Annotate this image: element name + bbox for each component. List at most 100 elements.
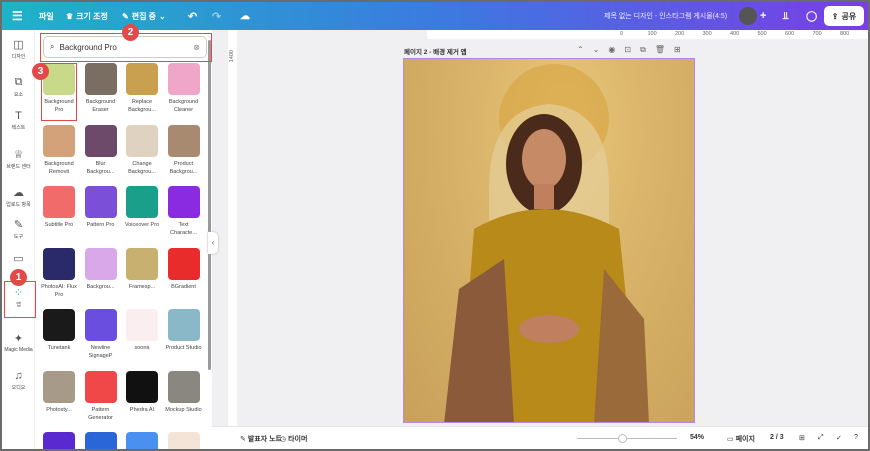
bottom-bar: ✎ 발표자 노트 ◷ 타이머 54% ▭ 페이지 2 / 3 ⊞ ⤢ ✓ ?: [212, 426, 868, 449]
timer-button[interactable]: ◷ 타이머: [280, 434, 307, 444]
app-thumbnail: [84, 309, 117, 341]
app-tile[interactable]: Subtitle Pro: [40, 186, 78, 229]
ruler-tick-label: 200: [675, 31, 685, 37]
pages-button[interactable]: ▭ 페이지: [727, 434, 755, 444]
panel-scrollbar[interactable]: [208, 40, 211, 370]
hide-page-icon[interactable]: ◉: [608, 45, 615, 55]
ruler-tick-label: 100: [647, 31, 657, 37]
rail-item-magic-media[interactable]: ✦ Magic Media: [2, 332, 35, 353]
ruler-tick-label: 0: [620, 31, 624, 37]
app-tile[interactable]: soona: [123, 309, 161, 352]
comment-icon[interactable]: ◯: [806, 11, 817, 22]
app-thumbnail: [43, 247, 75, 280]
grid-view-icon[interactable]: ⊞: [799, 434, 805, 442]
ruler-tick-label: 800: [840, 31, 850, 37]
page-toolbar: ⌃ ⌄ ◉ ⊡ ⧉ 🗑 ⊞: [577, 45, 681, 55]
app-tile[interactable]: [40, 432, 78, 449]
app-thumbnail: [126, 432, 158, 449]
tools-icon: ✎: [13, 219, 24, 231]
app-tile[interactable]: PhotosAI: Flux Pro: [40, 247, 78, 299]
duplicate-icon[interactable]: ⧉: [640, 45, 646, 55]
page-title[interactable]: 페이지 2 - 배경 제거 앱: [404, 46, 467, 56]
app-tile[interactable]: Replace Backgrou...: [123, 63, 161, 114]
app-tile[interactable]: Tunetank: [40, 309, 78, 352]
rail-item-upload[interactable]: ☁ 업로드 항목: [2, 186, 35, 208]
woman-photo: [444, 64, 649, 422]
app-thumbnail: [43, 186, 75, 218]
text-icon: T: [15, 110, 22, 122]
magic-media-icon: ✦: [13, 333, 24, 345]
app-thumbnail: [167, 186, 200, 218]
avatar[interactable]: [739, 7, 757, 25]
app-tile[interactable]: Blur Backgrou...: [82, 124, 120, 176]
undo-icon[interactable]: ↶: [188, 10, 197, 23]
app-tile[interactable]: Product Backgrou...: [165, 124, 203, 176]
page-down-icon[interactable]: ⌄: [593, 45, 600, 55]
app-tile[interactable]: Pattern Pro: [82, 186, 120, 229]
share-button[interactable]: ⇪ 공유: [824, 6, 864, 26]
hamburger-icon[interactable]: ☰: [12, 9, 23, 23]
file-menu[interactable]: 파일: [39, 11, 54, 22]
rail-item-design[interactable]: ◫ 디자인: [2, 38, 35, 60]
app-tile[interactable]: Product Studio: [165, 309, 203, 352]
app-tile[interactable]: Photosty...: [40, 370, 78, 414]
rail-item-tools[interactable]: ✎ 도구: [2, 218, 35, 240]
app-thumbnail: [167, 309, 200, 341]
presenter-notes-button[interactable]: ✎ 발표자 노트: [240, 434, 282, 444]
design-title[interactable]: 제목 없는 디자인 - 인스타그램 게시물(4:5): [604, 11, 727, 21]
rail-item-brand[interactable]: ♕ 브랜드 센터: [2, 148, 35, 170]
app-tile[interactable]: Framesp...: [123, 247, 161, 291]
zoom-level[interactable]: 54%: [690, 434, 704, 441]
app-tile[interactable]: Pattern Generator: [82, 370, 120, 422]
app-tile[interactable]: BGradient: [165, 247, 203, 291]
app-thumbnail: [43, 432, 75, 449]
app-tile[interactable]: Change Backgrou...: [123, 124, 161, 176]
fullscreen-icon[interactable]: ⤢: [818, 434, 824, 442]
delete-icon[interactable]: 🗑: [655, 45, 665, 55]
rail-item-folder[interactable]: ▭: [2, 252, 35, 267]
ruler-tick-label: 700: [812, 31, 822, 37]
app-tile[interactable]: [123, 432, 161, 449]
lock-icon[interactable]: ⊡: [624, 45, 631, 55]
app-tile[interactable]: Background Removit: [40, 124, 78, 176]
app-tile[interactable]: Backgrou...: [82, 247, 120, 291]
collapse-panel-button[interactable]: ‹: [208, 232, 218, 254]
canvas-area[interactable]: 010020030040050060070080090010001100 140…: [212, 30, 868, 426]
app-tile[interactable]: Phedra AI: [123, 370, 161, 414]
analytics-icon[interactable]: ⫫: [783, 11, 789, 22]
editing-mode-dropdown[interactable]: ✎ 편집 중 ⌄: [122, 11, 166, 22]
app-thumbnail: [126, 309, 158, 341]
add-page-icon[interactable]: ⊞: [674, 45, 681, 55]
zoom-slider[interactable]: [577, 434, 677, 443]
rail-item-text[interactable]: T 텍스트: [2, 110, 35, 131]
add-collaborator-button[interactable]: +: [760, 10, 766, 22]
canvas-photo[interactable]: [403, 58, 695, 423]
ruler-tick-label: 300: [702, 31, 712, 37]
app-thumbnail: [167, 124, 200, 157]
page-up-icon[interactable]: ⌃: [577, 45, 584, 55]
check-icon[interactable]: ✓: [836, 434, 842, 442]
resize-button[interactable]: ♛ 크기 조정: [66, 11, 108, 22]
app-tile[interactable]: Background Cleaner: [165, 63, 203, 114]
help-icon[interactable]: ?: [854, 434, 858, 441]
app-thumbnail: [167, 63, 200, 95]
app-tile[interactable]: Background Eraser: [82, 63, 120, 114]
app-tile[interactable]: Newline SignageP: [82, 309, 120, 360]
rail-item-elements[interactable]: ⧉ 요소: [2, 76, 35, 98]
app-thumbnail: [84, 124, 117, 157]
chevron-down-icon: ⌄: [159, 11, 166, 21]
app-tile[interactable]: Text Characte...: [165, 186, 203, 237]
apps-tab-highlight: [4, 281, 36, 318]
step-badge-2: 2: [122, 24, 139, 41]
rail-item-audio[interactable]: ♫ 오디오: [2, 370, 35, 391]
redo-icon[interactable]: ↷: [212, 10, 221, 23]
app-tile[interactable]: Mockup Studio: [165, 370, 203, 414]
app-tile[interactable]: [82, 432, 120, 449]
app-thumbnail: [167, 370, 200, 403]
app-thumbnail: [126, 370, 158, 403]
brand-icon: ♕: [13, 149, 24, 161]
app-thumbnail: [167, 247, 200, 280]
app-tile[interactable]: Voiceover Pro: [123, 186, 161, 229]
cloud-save-icon[interactable]: ☁: [240, 11, 250, 22]
app-tile[interactable]: [165, 432, 203, 449]
